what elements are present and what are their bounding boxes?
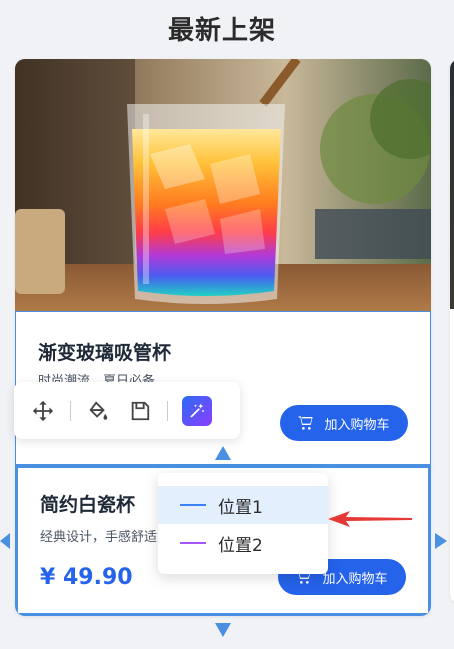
toolbar-divider bbox=[70, 400, 71, 421]
position-dropdown: 位置1 位置2 bbox=[158, 473, 328, 574]
dropdown-item-label: 位置1 bbox=[218, 497, 263, 518]
next-product-card[interactable] bbox=[450, 59, 454, 604]
product-image bbox=[15, 59, 431, 311]
blue-line-icon bbox=[180, 504, 206, 506]
dropdown-item-position-2[interactable]: 位置2 bbox=[158, 524, 328, 562]
add-to-cart-button[interactable]: 加入购物车 bbox=[280, 405, 408, 441]
purple-line-icon bbox=[180, 542, 206, 544]
cart-icon bbox=[299, 416, 314, 430]
magic-wand-icon[interactable] bbox=[182, 395, 212, 426]
floating-toolbar bbox=[14, 382, 240, 439]
fill-bucket-icon[interactable] bbox=[85, 398, 111, 424]
product-name: 简约白瓷杯 bbox=[40, 494, 136, 516]
page-title: 最新上架 bbox=[167, 16, 276, 46]
toolbar-divider bbox=[167, 400, 168, 421]
gradient-glass-photo bbox=[15, 59, 431, 311]
cart-label: 加入购物车 bbox=[324, 416, 390, 432]
dropdown-item-label: 位置2 bbox=[218, 535, 263, 556]
next-product-image bbox=[450, 59, 454, 309]
product-desc: 经典设计，手感舒适 bbox=[40, 530, 158, 545]
resize-handle-down[interactable] bbox=[215, 623, 231, 637]
save-icon[interactable] bbox=[127, 398, 153, 424]
resize-handle-up[interactable] bbox=[215, 446, 231, 460]
move-icon[interactable] bbox=[30, 398, 56, 424]
resize-handle-left[interactable] bbox=[0, 533, 10, 549]
pointer-arrow-icon bbox=[328, 511, 412, 527]
product-name: 渐变玻璃吸管杯 bbox=[38, 342, 172, 364]
cart-label: 加入购物车 bbox=[322, 570, 388, 586]
resize-handle-right[interactable] bbox=[435, 533, 447, 549]
product-price: ¥ 49.90 bbox=[40, 565, 133, 590]
dropdown-item-position-1[interactable]: 位置1 bbox=[158, 486, 328, 524]
